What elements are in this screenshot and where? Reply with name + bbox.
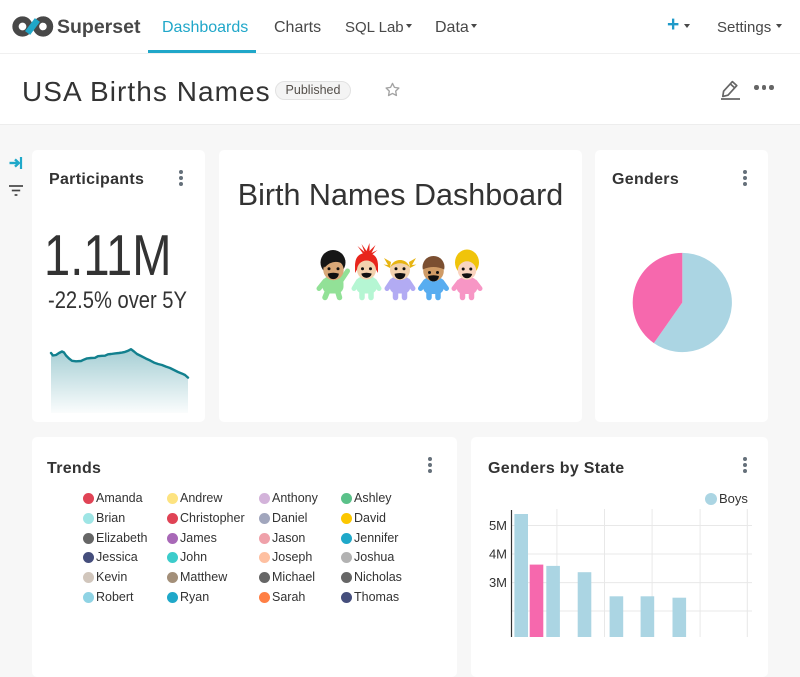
svg-text:4M: 4M bbox=[489, 547, 507, 562]
svg-text:5M: 5M bbox=[489, 518, 507, 533]
svg-text:3M: 3M bbox=[489, 575, 507, 590]
